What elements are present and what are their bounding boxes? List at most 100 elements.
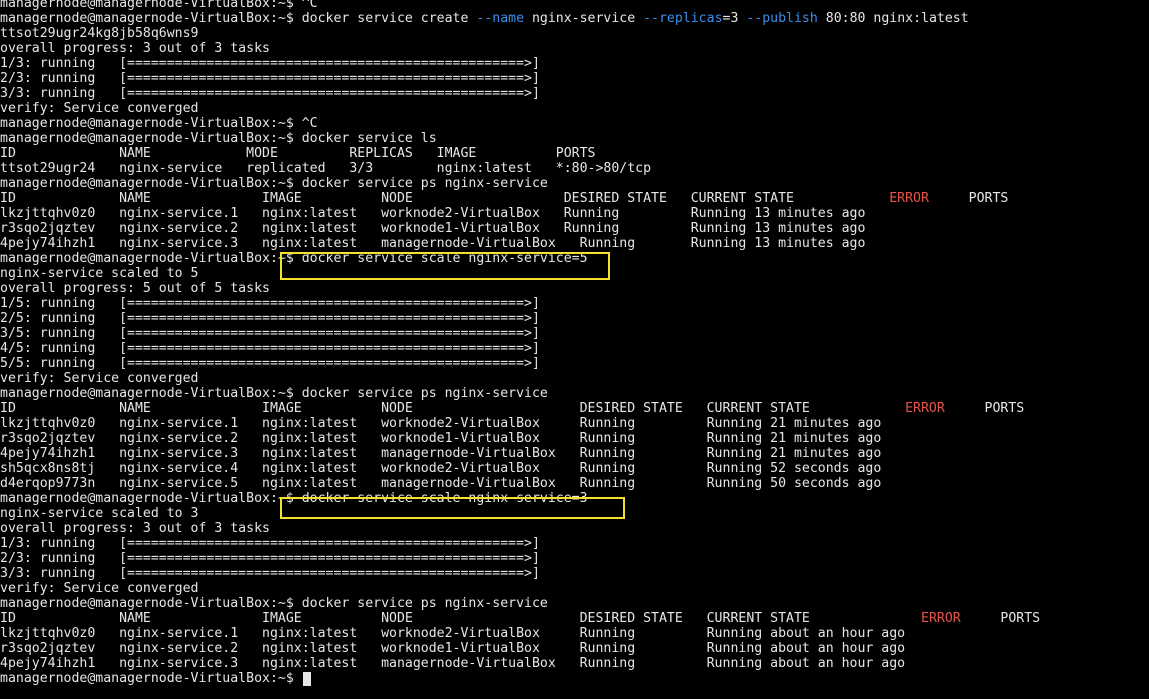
terminal-text: ttsot29ugr24kg8jb58q6wns9 [0, 26, 199, 41]
terminal-line: r3sqo2jqztev nginx-service.2 nginx:lates… [0, 641, 905, 656]
terminal-text: lkzjttqhv0z0 nginx-service.1 nginx:lates… [0, 206, 866, 221]
terminal-line: 1/5: running [==========================… [0, 296, 540, 311]
terminal-line: 2/5: running [==========================… [0, 311, 540, 326]
terminal-line: managernode@managernode-VirtualBox:~$ [0, 671, 302, 686]
terminal-text: 4pejy74ihzh1 nginx-service.3 nginx:lates… [0, 446, 882, 461]
terminal-line: ID NAME IMAGE NODE DESIRED STATE CURRENT… [0, 611, 1040, 626]
terminal-line: overall progress: 3 out of 3 tasks [0, 521, 270, 536]
terminal-text: ID NAME IMAGE NODE DESIRED STATE CURRENT… [0, 191, 890, 206]
terminal-text: nginx-service scaled to 3 [0, 506, 199, 521]
terminal-text: 80:80 nginx:latest [817, 11, 969, 26]
terminal-text: overall progress: 5 out of 5 tasks [0, 281, 270, 296]
terminal-text: ttsot29ugr24 nginx-service replicated 3/… [0, 161, 652, 176]
terminal-line: 2/3: running [==========================… [0, 71, 540, 86]
terminal-text: nginx-service scaled to 5 [0, 266, 199, 281]
terminal-text: 2/3: running [==========================… [0, 551, 540, 566]
terminal-text: lkzjttqhv0z0 nginx-service.1 nginx:lates… [0, 416, 882, 431]
terminal-line: sh5qcx8ns8tj nginx-service.4 nginx:lates… [0, 461, 881, 476]
terminal-line: managernode@managernode-VirtualBox:~$ do… [0, 596, 548, 611]
terminal-text: managernode@managernode-VirtualBox:~$ do… [0, 386, 548, 401]
terminal-text: 4/5: running [==========================… [0, 341, 540, 356]
terminal-text: verify: Service converged [0, 101, 199, 116]
terminal-line: managernode@managernode-VirtualBox:~$ ^C [0, 0, 318, 11]
terminal-text: managernode@managernode-VirtualBox:~$ do… [0, 596, 548, 611]
terminal-line: r3sqo2jqztev nginx-service.2 nginx:lates… [0, 221, 865, 236]
terminal-text: verify: Service converged [0, 371, 199, 386]
error-column-header: ERROR [889, 191, 929, 206]
terminal-text: 3/3: running [==========================… [0, 566, 540, 581]
terminal-line: ID NAME IMAGE NODE DESIRED STATE CURRENT… [0, 191, 1008, 206]
terminal-line: managernode@managernode-VirtualBox:~$ do… [0, 491, 588, 506]
terminal-text: verify: Service converged [0, 581, 199, 596]
terminal-line: ID NAME IMAGE NODE DESIRED STATE CURRENT… [0, 401, 1024, 416]
terminal-text: overall progress: 3 out of 3 tasks [0, 41, 270, 56]
terminal-line: 1/3: running [==========================… [0, 536, 540, 551]
terminal-text: 2/5: running [==========================… [0, 311, 540, 326]
terminal-text: PORTS [960, 611, 1041, 626]
terminal-line: lkzjttqhv0z0 nginx-service.1 nginx:lates… [0, 206, 865, 221]
terminal-text: managernode@managernode-VirtualBox:~$ do… [0, 11, 477, 26]
terminal-line: verify: Service converged [0, 101, 199, 116]
terminal-text: 3/5: running [==========================… [0, 326, 540, 341]
terminal-text: 3/3: running [==========================… [0, 86, 540, 101]
terminal-text: 2/3: running [==========================… [0, 71, 540, 86]
terminal-line: nginx-service scaled to 5 [0, 266, 199, 281]
terminal-text: managernode@managernode-VirtualBox:~$ do… [0, 176, 548, 191]
terminal-line: 4pejy74ihzh1 nginx-service.3 nginx:lates… [0, 446, 881, 461]
terminal-text: overall progress: 3 out of 3 tasks [0, 521, 270, 536]
terminal-text: r3sqo2jqztev nginx-service.2 nginx:lates… [0, 641, 906, 656]
terminal-text: r3sqo2jqztev nginx-service.2 nginx:lates… [0, 431, 882, 446]
terminal-text: 4pejy74ihzh1 nginx-service.3 nginx:lates… [0, 656, 906, 671]
terminal-line: ID NAME MODE REPLICAS IMAGE PORTS [0, 146, 595, 161]
terminal-line: 3/3: running [==========================… [0, 566, 540, 581]
terminal-line: 4pejy74ihzh1 nginx-service.3 nginx:lates… [0, 236, 865, 251]
terminal-text: PORTS [928, 191, 1009, 206]
terminal-line: overall progress: 3 out of 3 tasks [0, 41, 270, 56]
terminal-line: managernode@managernode-VirtualBox:~$ do… [0, 11, 969, 26]
terminal-line: managernode@managernode-VirtualBox:~$ do… [0, 386, 548, 401]
terminal-cursor [303, 672, 311, 686]
error-column-header: ERROR [921, 611, 961, 626]
terminal-line: d4erqop9773n nginx-service.5 nginx:lates… [0, 476, 881, 491]
terminal-line: verify: Service converged [0, 581, 199, 596]
terminal-line: ttsot29ugr24kg8jb58q6wns9 [0, 26, 199, 41]
terminal-text: managernode@managernode-VirtualBox:~$ ^C [0, 0, 318, 11]
terminal-line: lkzjttqhv0z0 nginx-service.1 nginx:lates… [0, 626, 905, 641]
terminal-text: 5/5: running [==========================… [0, 356, 540, 371]
terminal-text: =3 [722, 11, 747, 26]
terminal-line: managernode@managernode-VirtualBox:~$ do… [0, 176, 548, 191]
terminal-line: ttsot29ugr24 nginx-service replicated 3/… [0, 161, 651, 176]
terminal-line: verify: Service converged [0, 371, 199, 386]
terminal-text: 1/3: running [==========================… [0, 536, 540, 551]
terminal-text: ID NAME MODE REPLICAS IMAGE PORTS [0, 146, 596, 161]
error-column-header: ERROR [905, 401, 945, 416]
terminal-text: PORTS [944, 401, 1025, 416]
terminal-text: 4pejy74ihzh1 nginx-service.3 nginx:lates… [0, 236, 866, 251]
terminal-text: ID NAME IMAGE NODE DESIRED STATE CURRENT… [0, 401, 906, 416]
command-flag: --name [476, 11, 525, 26]
terminal-text: managernode@managernode-VirtualBox:~$ do… [0, 131, 437, 146]
terminal-window[interactable]: managernode@managernode-VirtualBox:~$ ^C… [0, 0, 1149, 699]
terminal-line: managernode@managernode-VirtualBox:~$ do… [0, 131, 437, 146]
terminal-text: r3sqo2jqztev nginx-service.2 nginx:lates… [0, 221, 866, 236]
terminal-text: lkzjttqhv0z0 nginx-service.1 nginx:lates… [0, 626, 906, 641]
terminal-text: nginx-service [524, 11, 644, 26]
terminal-line: managernode@managernode-VirtualBox:~$ ^C [0, 116, 318, 131]
terminal-line: overall progress: 5 out of 5 tasks [0, 281, 270, 296]
terminal-line: 1/3: running [==========================… [0, 56, 540, 71]
terminal-line: 4/5: running [==========================… [0, 341, 540, 356]
terminal-line: 4pejy74ihzh1 nginx-service.3 nginx:lates… [0, 656, 905, 671]
terminal-text: managernode@managernode-VirtualBox:~$ do… [0, 251, 588, 266]
terminal-line: nginx-service scaled to 3 [0, 506, 199, 521]
terminal-line: r3sqo2jqztev nginx-service.2 nginx:lates… [0, 431, 881, 446]
command-flag: --publish [746, 11, 818, 26]
command-flag: --replicas [643, 11, 723, 26]
terminal-line: managernode@managernode-VirtualBox:~$ do… [0, 251, 588, 266]
terminal-line: 3/5: running [==========================… [0, 326, 540, 341]
terminal-text: managernode@managernode-VirtualBox:~$ do… [0, 491, 588, 506]
terminal-text: ID NAME IMAGE NODE DESIRED STATE CURRENT… [0, 611, 921, 626]
terminal-text: sh5qcx8ns8tj nginx-service.4 nginx:lates… [0, 461, 882, 476]
terminal-line: lkzjttqhv0z0 nginx-service.1 nginx:lates… [0, 416, 881, 431]
terminal-line: 2/3: running [==========================… [0, 551, 540, 566]
terminal-line: 5/5: running [==========================… [0, 356, 540, 371]
